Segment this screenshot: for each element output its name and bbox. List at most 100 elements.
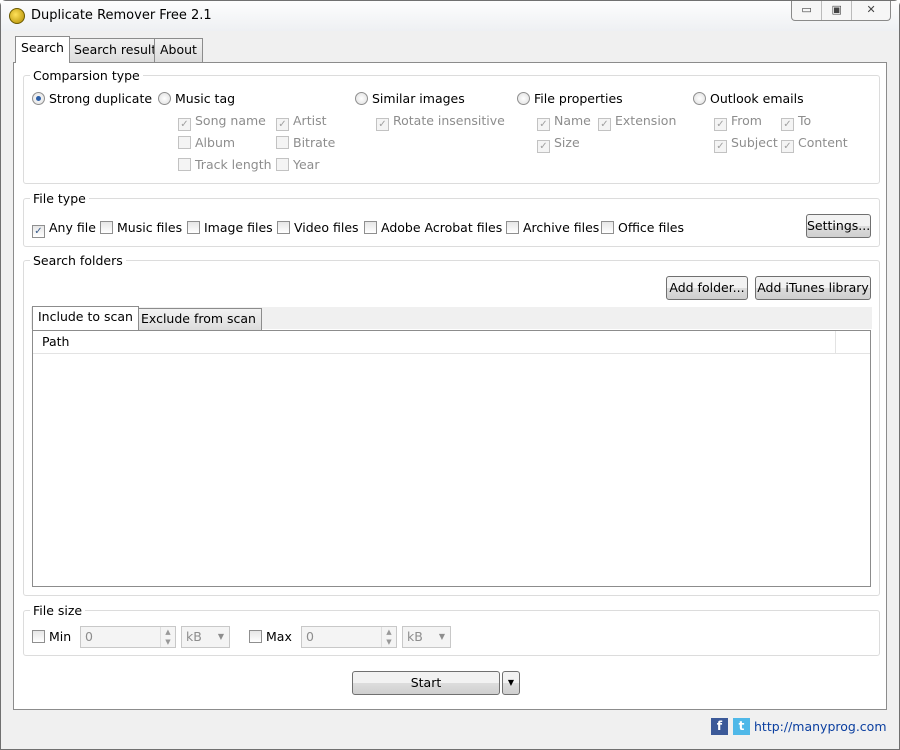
twitter-icon[interactable]: t — [733, 718, 750, 735]
checkbox-video-files[interactable]: Video files — [277, 220, 359, 235]
search-panel: Comparsion type Strong duplicate Music t… — [13, 62, 887, 710]
checkbox-label: Size — [554, 135, 580, 150]
checkbox-icon: ✓ — [781, 140, 794, 153]
min-unit-select[interactable]: kB ▼ — [181, 626, 230, 648]
checkbox-icon: ✓ — [537, 118, 550, 131]
radio-outlook-emails[interactable]: Outlook emails — [693, 91, 804, 106]
checkbox-artist[interactable]: ✓ Artist — [276, 113, 326, 131]
checkbox-icon: ✓ — [376, 118, 389, 131]
start-button[interactable]: Start — [352, 671, 500, 695]
checkbox-icon: ✓ — [714, 118, 727, 131]
checkbox-music-files[interactable]: Music files — [100, 220, 182, 235]
checkbox-album[interactable]: Album — [178, 135, 235, 150]
path-list[interactable]: Path — [32, 330, 871, 587]
chevron-down-icon: ▼ — [438, 632, 445, 641]
checkbox-icon: ✓ — [178, 118, 191, 131]
checkbox-icon: ✓ — [598, 118, 611, 131]
checkbox-label: Archive files — [523, 220, 600, 235]
group-label: Search folders — [30, 253, 126, 268]
window-controls: ▭ ▣ ✕ — [791, 1, 891, 21]
title-bar: Duplicate Remover Free 2.1 ▭ ▣ ✕ — [1, 1, 899, 31]
checkbox-label: Artist — [293, 113, 327, 128]
max-spinner[interactable]: ▲ ▼ — [381, 627, 396, 647]
app-icon — [9, 8, 25, 24]
facebook-icon[interactable]: f — [711, 718, 728, 735]
checkbox-label: Content — [798, 135, 848, 150]
checkbox-track-length[interactable]: Track length — [178, 157, 272, 172]
checkbox-label: Bitrate — [293, 135, 336, 150]
checkbox-rotate-insensitive[interactable]: ✓ Rotate insensitive — [376, 113, 505, 131]
start-options-dropdown[interactable]: ▼ — [502, 671, 520, 695]
checkbox-office-files[interactable]: Office files — [601, 220, 684, 235]
tab-exclude-from-scan[interactable]: Exclude from scan — [135, 308, 262, 330]
search-folders-group: Search folders Add folder... Add iTunes … — [23, 253, 880, 596]
group-label: File size — [30, 603, 86, 618]
radio-label: Strong duplicate — [49, 91, 153, 106]
checkbox-content[interactable]: ✓ Content — [781, 135, 848, 153]
checkbox-label: Album — [195, 135, 236, 150]
add-folder-button[interactable]: Add folder... — [666, 276, 748, 300]
checkbox-to[interactable]: ✓ To — [781, 113, 811, 131]
radio-icon — [158, 92, 171, 105]
checkbox-max[interactable]: Max — [249, 629, 292, 644]
checkbox-bitrate[interactable]: Bitrate — [276, 135, 335, 150]
select-value: kB — [407, 629, 423, 644]
radio-icon — [693, 92, 706, 105]
max-unit-select[interactable]: kB ▼ — [402, 626, 451, 648]
radio-file-properties[interactable]: File properties — [517, 91, 623, 106]
website-link[interactable]: http://manyprog.com — [754, 719, 887, 734]
checkbox-subject[interactable]: ✓ Subject — [714, 135, 778, 153]
checkbox-label: Office files — [618, 220, 685, 235]
radio-similar-images[interactable]: Similar images — [355, 91, 465, 106]
checkbox-label: Video files — [294, 220, 359, 235]
checkbox-archive-files[interactable]: Archive files — [506, 220, 599, 235]
checkbox-name[interactable]: ✓ Name — [537, 113, 591, 131]
radio-music-tag[interactable]: Music tag — [158, 91, 235, 106]
checkbox-icon — [32, 630, 45, 643]
select-value: kB — [186, 629, 202, 644]
checkbox-size[interactable]: ✓ Size — [537, 135, 580, 153]
tab-search-result[interactable]: Search result — [68, 38, 163, 62]
checkbox-icon — [276, 136, 289, 149]
checkbox-label: Year — [293, 157, 320, 172]
checkbox-icon — [187, 221, 200, 234]
tab-search[interactable]: Search — [15, 36, 70, 63]
comparison-type-group: Comparsion type Strong duplicate Music t… — [23, 68, 880, 184]
checkbox-icon — [277, 221, 290, 234]
group-label: Comparsion type — [30, 68, 143, 83]
tab-about[interactable]: About — [154, 38, 203, 62]
checkbox-label: Subject — [731, 135, 778, 150]
column-header-path[interactable]: Path — [33, 331, 836, 354]
maximize-button[interactable]: ▣ — [822, 1, 853, 20]
min-spinner[interactable]: ▲ ▼ — [160, 627, 175, 647]
checkbox-icon: ✓ — [781, 118, 794, 131]
checkbox-year[interactable]: Year — [276, 157, 319, 172]
radio-label: Music tag — [175, 91, 236, 106]
close-button[interactable]: ✕ — [852, 1, 890, 20]
checkbox-icon: ✓ — [714, 140, 727, 153]
checkbox-song-name[interactable]: ✓ Song name — [178, 113, 266, 131]
checkbox-label: Name — [554, 113, 591, 128]
checkbox-acrobat-files[interactable]: Adobe Acrobat files — [364, 220, 502, 235]
settings-button[interactable]: Settings... — [806, 214, 871, 238]
radio-icon — [517, 92, 530, 105]
radio-label: Similar images — [372, 91, 465, 106]
checkbox-icon: ✓ — [32, 225, 45, 238]
minimize-button[interactable]: ▭ — [792, 1, 823, 20]
checkbox-image-files[interactable]: Image files — [187, 220, 273, 235]
checkbox-icon — [506, 221, 519, 234]
checkbox-min[interactable]: Min — [32, 629, 71, 644]
checkbox-label: Image files — [204, 220, 273, 235]
checkbox-icon — [178, 136, 191, 149]
checkbox-icon — [100, 221, 113, 234]
radio-strong-duplicate[interactable]: Strong duplicate — [32, 91, 152, 106]
checkbox-label: Rotate insensitive — [393, 113, 505, 128]
add-itunes-library-button[interactable]: Add iTunes library — [755, 276, 871, 300]
checkbox-any-file[interactable]: ✓ Any file — [32, 220, 96, 238]
checkbox-from[interactable]: ✓ From — [714, 113, 762, 131]
checkbox-label: Song name — [195, 113, 266, 128]
tab-include-to-scan[interactable]: Include to scan — [32, 306, 139, 330]
checkbox-icon — [249, 630, 262, 643]
checkbox-label: Any file — [49, 220, 96, 235]
checkbox-extension[interactable]: ✓ Extension — [598, 113, 676, 131]
